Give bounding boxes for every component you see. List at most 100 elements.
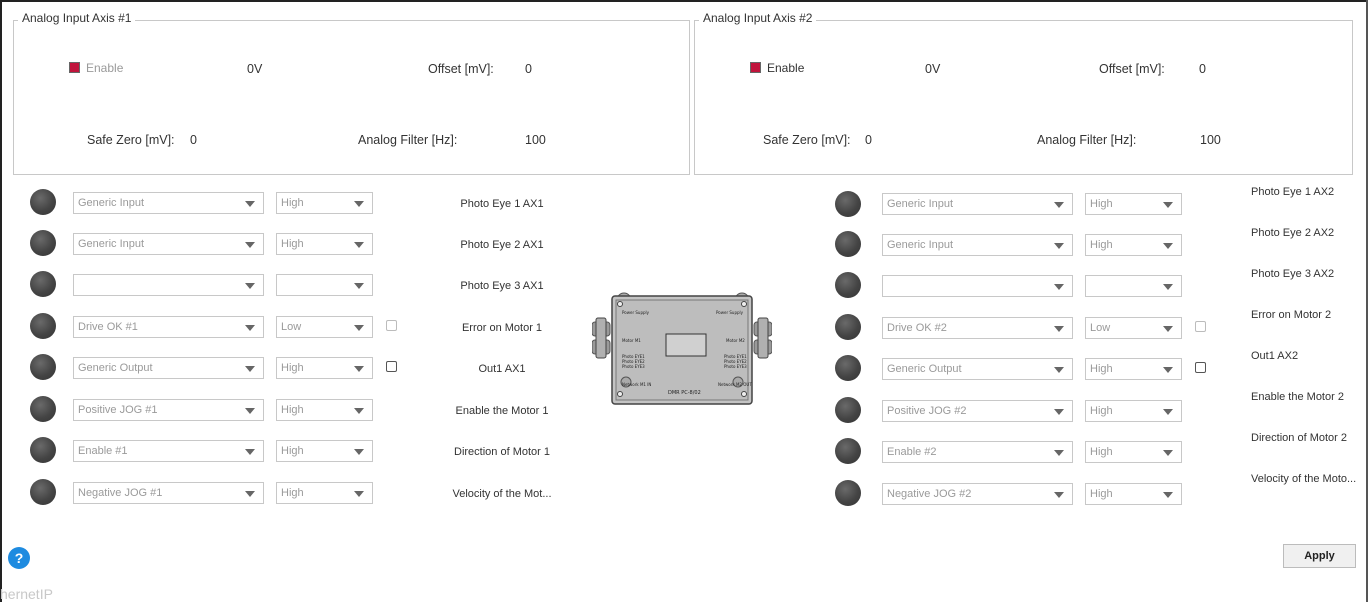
axis1-offset-value[interactable]: 0 (525, 62, 532, 76)
invert-checkbox[interactable] (386, 320, 397, 331)
analog-axis2-group: Analog Input Axis #2 Enable 0V Offset [m… (694, 11, 1353, 175)
axis2-enable-checkbox[interactable]: Enable (750, 61, 804, 75)
axis2-filter-label: Analog Filter [Hz]: (1037, 133, 1137, 147)
chevron-down-icon (354, 242, 364, 248)
level-dropdown[interactable]: High (276, 357, 373, 379)
chevron-down-icon (354, 325, 364, 331)
chevron-down-icon (245, 242, 255, 248)
function-dropdown[interactable] (882, 275, 1073, 297)
level-dropdown[interactable]: High (1085, 358, 1182, 380)
status-led (30, 271, 56, 297)
io-label: Out1 AX1 (478, 363, 526, 375)
chevron-down-icon (354, 283, 364, 289)
status-led (30, 230, 56, 256)
chevron-down-icon (354, 366, 364, 372)
level-dropdown[interactable]: High (1085, 400, 1182, 422)
function-dropdown[interactable]: Generic Input (73, 192, 264, 214)
function-dropdown[interactable]: Negative JOG #2 (882, 483, 1073, 505)
level-dropdown[interactable]: High (276, 192, 373, 214)
axis2-safe-zero-value[interactable]: 0 (865, 133, 872, 147)
apply-button[interactable]: Apply (1283, 544, 1356, 568)
function-dropdown[interactable]: Drive OK #1 (73, 316, 264, 338)
chevron-down-icon (1054, 450, 1064, 456)
analog-axis2-title: Analog Input Axis #2 (699, 11, 817, 25)
device-eye-r3: Photo EYE3 (724, 364, 747, 369)
level-dropdown[interactable]: High (276, 399, 373, 421)
function-dropdown[interactable]: Generic Input (882, 193, 1073, 215)
axis1-enable-label: Enable (86, 61, 124, 75)
io-label: Error on Motor 1 (461, 322, 543, 334)
io-label: Photo Eye 1 AX2 (1251, 186, 1335, 198)
axis2-offset-value[interactable]: 0 (1199, 62, 1206, 76)
footer-tab-label: hernetIP (0, 586, 53, 602)
axis1-safe-zero-value[interactable]: 0 (190, 133, 197, 147)
axis2-enable-label: Enable (767, 61, 805, 75)
device-network-right: Network M2 OUT (718, 382, 752, 387)
axis1-filter-value[interactable]: 100 (525, 133, 546, 147)
io-label: Out1 AX2 (1251, 350, 1299, 362)
device-eye-3: Photo EYE3 (622, 364, 645, 369)
status-led (30, 396, 56, 422)
device-motor-m2: Motor M2 (726, 338, 745, 343)
output-checkbox[interactable] (1195, 362, 1206, 373)
function-dropdown[interactable]: Generic Output (73, 357, 264, 379)
invert-checkbox[interactable] (1195, 321, 1206, 332)
function-dropdown[interactable]: Generic Input (73, 233, 264, 255)
device-network-left: Network M1 IN (622, 382, 651, 387)
level-dropdown[interactable]: High (276, 440, 373, 462)
function-dropdown[interactable]: Positive JOG #2 (882, 400, 1073, 422)
chevron-down-icon (245, 449, 255, 455)
status-led (835, 191, 861, 217)
level-dropdown[interactable]: Low (1085, 317, 1182, 339)
axis2-offset-label: Offset [mV]: (1099, 62, 1165, 76)
level-dropdown[interactable]: High (1085, 193, 1182, 215)
status-led (835, 480, 861, 506)
io-label: Photo Eye 2 AX1 (460, 239, 544, 251)
level-dropdown[interactable]: High (1085, 441, 1182, 463)
function-dropdown[interactable]: Drive OK #2 (882, 317, 1073, 339)
chevron-down-icon (1163, 284, 1173, 290)
checkbox-checked-icon (750, 62, 761, 73)
io-label: Velocity of the Mot... (452, 488, 552, 500)
function-dropdown[interactable]: Positive JOG #1 (73, 399, 264, 421)
chevron-down-icon (1054, 409, 1064, 415)
chevron-down-icon (1163, 367, 1173, 373)
level-dropdown[interactable] (1085, 275, 1182, 297)
chevron-down-icon (1163, 326, 1173, 332)
function-dropdown[interactable]: Generic Output (882, 358, 1073, 380)
status-led (30, 354, 56, 380)
function-dropdown[interactable]: Enable #2 (882, 441, 1073, 463)
level-dropdown[interactable]: Low (276, 316, 373, 338)
status-led (835, 231, 861, 257)
axis2-filter-value[interactable]: 100 (1200, 133, 1221, 147)
level-dropdown[interactable] (276, 274, 373, 296)
io-label: Enable the Motor 2 (1251, 391, 1344, 403)
level-dropdown[interactable]: High (276, 482, 373, 504)
chevron-down-icon (1054, 367, 1064, 373)
axis1-safe-zero-label: Safe Zero [mV]: (87, 133, 175, 147)
function-dropdown[interactable] (73, 274, 264, 296)
io-label: Photo Eye 2 AX2 (1251, 227, 1335, 239)
status-led (835, 355, 861, 381)
axis1-enable-checkbox[interactable]: Enable (69, 61, 123, 75)
chevron-down-icon (1163, 492, 1173, 498)
axis1-voltage: 0V (247, 62, 263, 76)
level-dropdown[interactable]: High (1085, 234, 1182, 256)
device-power-left: Power Supply (622, 310, 650, 315)
function-dropdown[interactable]: Negative JOG #1 (73, 482, 264, 504)
status-led (30, 479, 56, 505)
axis1-filter-label: Analog Filter [Hz]: (358, 133, 458, 147)
axis2-voltage: 0V (925, 62, 941, 76)
level-dropdown[interactable]: High (276, 233, 373, 255)
chevron-down-icon (245, 201, 255, 207)
function-dropdown[interactable]: Generic Input (882, 234, 1073, 256)
analog-axis1-title: Analog Input Axis #1 (18, 11, 136, 25)
io-label: Velocity of the Moto... (1251, 473, 1357, 485)
output-checkbox[interactable] (386, 361, 397, 372)
status-led (835, 314, 861, 340)
function-dropdown[interactable]: Enable #1 (73, 440, 264, 462)
chevron-down-icon (245, 491, 255, 497)
chevron-down-icon (354, 491, 364, 497)
level-dropdown[interactable]: High (1085, 483, 1182, 505)
help-icon[interactable]: ? (8, 547, 30, 569)
